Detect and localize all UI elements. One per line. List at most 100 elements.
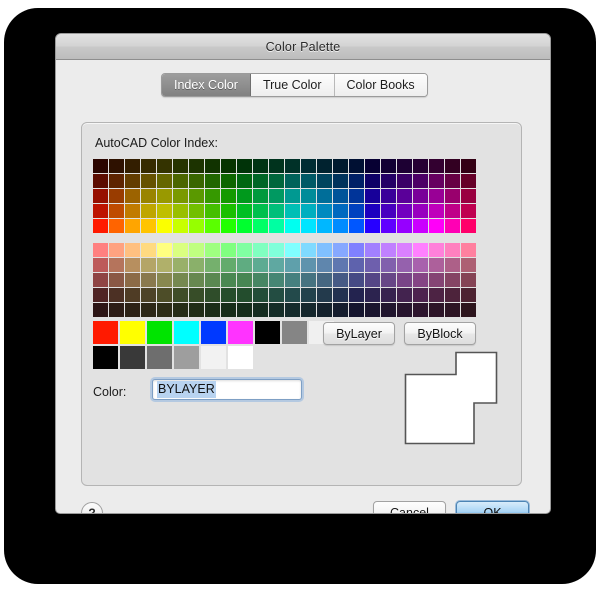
color-swatch[interactable] [93,159,108,173]
color-swatch[interactable] [317,189,332,203]
color-swatch[interactable] [285,219,300,233]
color-swatch[interactable] [429,159,444,173]
color-swatch[interactable] [285,258,300,272]
color-swatch[interactable] [381,204,396,218]
color-swatch[interactable] [269,303,284,317]
color-swatch[interactable] [189,204,204,218]
color-swatch[interactable] [365,273,380,287]
color-swatch[interactable] [413,204,428,218]
color-swatch[interactable] [413,243,428,257]
color-swatch[interactable] [221,174,236,188]
color-swatch[interactable] [349,258,364,272]
color-swatch[interactable] [333,273,348,287]
color-swatch[interactable] [445,258,460,272]
color-swatch[interactable] [285,273,300,287]
color-swatch[interactable] [365,174,380,188]
color-swatch[interactable] [445,189,460,203]
color-swatch[interactable] [269,258,284,272]
color-swatch[interactable] [397,204,412,218]
color-swatch[interactable] [365,204,380,218]
color-swatch[interactable] [429,189,444,203]
color-swatch[interactable] [173,159,188,173]
color-swatch[interactable] [189,303,204,317]
color-swatch[interactable] [301,174,316,188]
color-swatch[interactable] [397,288,412,302]
color-swatch[interactable] [141,258,156,272]
color-swatch[interactable] [461,258,476,272]
color-swatch[interactable] [381,288,396,302]
color-swatch[interactable] [429,303,444,317]
color-swatch[interactable] [157,174,172,188]
color-swatch[interactable] [413,273,428,287]
color-swatch[interactable] [93,273,108,287]
color-swatch[interactable] [157,303,172,317]
color-swatch[interactable] [445,303,460,317]
color-swatch[interactable] [269,273,284,287]
color-swatch[interactable] [157,159,172,173]
color-swatch[interactable] [125,303,140,317]
color-swatch[interactable] [157,219,172,233]
color-swatch[interactable] [429,219,444,233]
color-swatch[interactable] [397,243,412,257]
color-swatch[interactable] [333,189,348,203]
color-swatch[interactable] [365,219,380,233]
color-swatch[interactable] [109,189,124,203]
color-swatch[interactable] [317,204,332,218]
color-swatch[interactable] [125,243,140,257]
color-swatch[interactable] [205,159,220,173]
color-swatch[interactable] [349,159,364,173]
color-swatch[interactable] [349,243,364,257]
standard-color-swatch[interactable] [282,321,307,344]
color-swatch[interactable] [109,159,124,173]
color-swatch[interactable] [269,243,284,257]
color-swatch[interactable] [237,219,252,233]
standard-colors-row-1[interactable] [93,321,334,344]
color-swatch[interactable] [365,303,380,317]
color-swatch[interactable] [445,243,460,257]
color-swatch[interactable] [253,189,268,203]
color-swatch[interactable] [189,288,204,302]
tab-color-books[interactable]: Color Books [334,74,427,96]
color-swatch[interactable] [93,303,108,317]
color-swatch[interactable] [413,303,428,317]
standard-color-swatch[interactable] [120,321,145,344]
color-swatch[interactable] [445,174,460,188]
color-swatch[interactable] [93,189,108,203]
color-swatch[interactable] [349,189,364,203]
color-swatch[interactable] [413,189,428,203]
color-swatch[interactable] [429,288,444,302]
color-swatch[interactable] [109,243,124,257]
color-swatch[interactable] [189,159,204,173]
color-swatch[interactable] [141,288,156,302]
standard-color-swatch[interactable] [120,346,145,369]
color-swatch[interactable] [221,258,236,272]
color-swatch[interactable] [205,204,220,218]
color-swatch[interactable] [381,174,396,188]
color-swatch[interactable] [237,204,252,218]
standard-color-swatch[interactable] [93,321,118,344]
color-swatch[interactable] [397,159,412,173]
color-swatch[interactable] [269,159,284,173]
color-swatch[interactable] [397,273,412,287]
color-swatch[interactable] [109,258,124,272]
color-swatch[interactable] [253,273,268,287]
color-swatch[interactable] [253,159,268,173]
color-swatch[interactable] [109,273,124,287]
bylayer-button[interactable]: ByLayer [323,322,395,345]
color-swatch[interactable] [397,219,412,233]
color-swatch[interactable] [125,288,140,302]
color-swatch[interactable] [109,303,124,317]
color-swatch[interactable] [237,159,252,173]
color-swatch[interactable] [93,174,108,188]
tab-true-color[interactable]: True Color [250,74,335,96]
color-swatch[interactable] [125,159,140,173]
color-swatch[interactable] [221,189,236,203]
color-swatch[interactable] [141,219,156,233]
color-swatch[interactable] [109,219,124,233]
color-swatch[interactable] [205,258,220,272]
color-swatch[interactable] [173,303,188,317]
color-swatch[interactable] [301,273,316,287]
standard-color-swatch[interactable] [201,321,226,344]
color-swatch[interactable] [221,273,236,287]
color-swatch[interactable] [429,174,444,188]
